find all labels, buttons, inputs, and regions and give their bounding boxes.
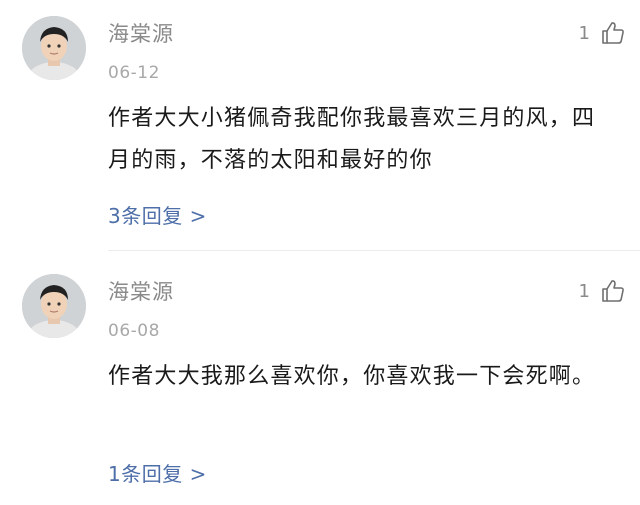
divider	[108, 250, 640, 251]
like-button[interactable]: 1	[579, 20, 626, 46]
like-button[interactable]: 1	[579, 278, 626, 304]
comment-item: 海棠源 06-08 1 作者大大我那么喜欢你，你喜欢我一下会死啊。 1条回复 >	[0, 258, 640, 505]
like-count: 1	[578, 22, 590, 44]
view-replies-link[interactable]: 3条回复 >	[108, 200, 207, 229]
comment-username[interactable]: 海棠源	[108, 276, 174, 306]
comment-item: 海棠源 06-12 1 作者大大小猪佩奇我配你我最喜欢三月的风，四月的雨，不落的…	[0, 0, 640, 251]
like-count: 1	[578, 280, 590, 302]
avatar-image	[22, 274, 86, 338]
comment-text: 作者大大小猪佩奇我配你我最喜欢三月的风，四月的雨，不落的太阳和最好的你	[108, 106, 596, 173]
avatar[interactable]	[22, 16, 86, 80]
comment-username[interactable]: 海棠源	[108, 18, 174, 48]
comment-text: 作者大大我那么喜欢你，你喜欢我一下会死啊。	[108, 364, 596, 389]
avatar[interactable]	[22, 274, 86, 338]
thumbs-up-icon	[602, 280, 624, 302]
view-replies-link[interactable]: 1条回复 >	[108, 458, 207, 487]
comment-date: 06-08	[108, 321, 160, 341]
thumbs-up-icon	[602, 22, 624, 44]
avatar-image	[22, 16, 86, 80]
comment-date: 06-12	[108, 63, 160, 83]
